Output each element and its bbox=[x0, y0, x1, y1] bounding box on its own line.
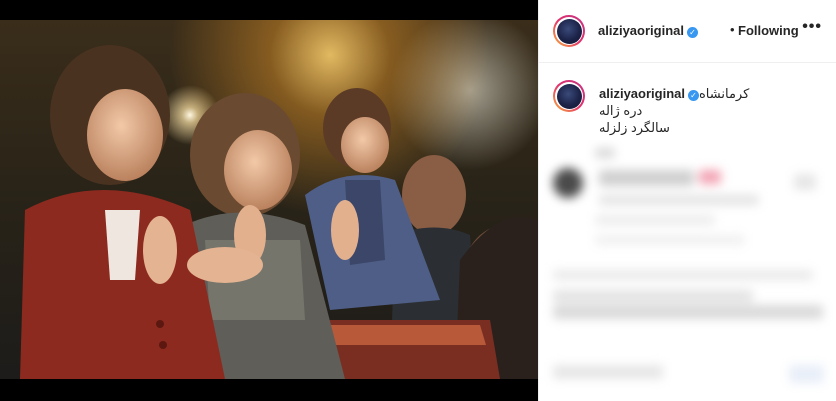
separator-dot: • bbox=[730, 22, 735, 37]
comments-section-blurred bbox=[539, 140, 836, 401]
author-username-text[interactable]: aliziyaoriginal bbox=[598, 23, 684, 38]
post-side-panel: aliziyaoriginal ✓ • Following ••• aliziya… bbox=[538, 0, 836, 401]
post-media bbox=[0, 0, 538, 401]
caption-line-2: دره ژاله bbox=[599, 103, 643, 118]
more-options-icon[interactable]: ••• bbox=[802, 18, 822, 36]
verified-badge-icon: ✓ bbox=[686, 27, 698, 38]
post-photo bbox=[0, 20, 538, 379]
photo-illustration bbox=[20, 45, 538, 379]
caption-author-avatar[interactable] bbox=[553, 80, 585, 112]
post-header: aliziyaoriginal ✓ • Following ••• bbox=[539, 0, 836, 63]
author-username[interactable]: aliziyaoriginal ✓ bbox=[598, 23, 698, 38]
caption-author-username[interactable]: aliziyaoriginal ✓ bbox=[599, 86, 699, 101]
verified-badge-icon: ✓ bbox=[687, 90, 699, 101]
post-caption: aliziyaoriginal ✓ کرمانشاه دره ژاله سالگر… bbox=[553, 80, 823, 140]
caption-line-1: کرمانشاه bbox=[699, 86, 750, 101]
author-avatar[interactable] bbox=[553, 15, 585, 47]
caption-author-username-text[interactable]: aliziyaoriginal bbox=[599, 86, 685, 101]
caption-line-3: سالگرد زلزله bbox=[599, 120, 670, 135]
following-button[interactable]: Following bbox=[738, 23, 799, 38]
